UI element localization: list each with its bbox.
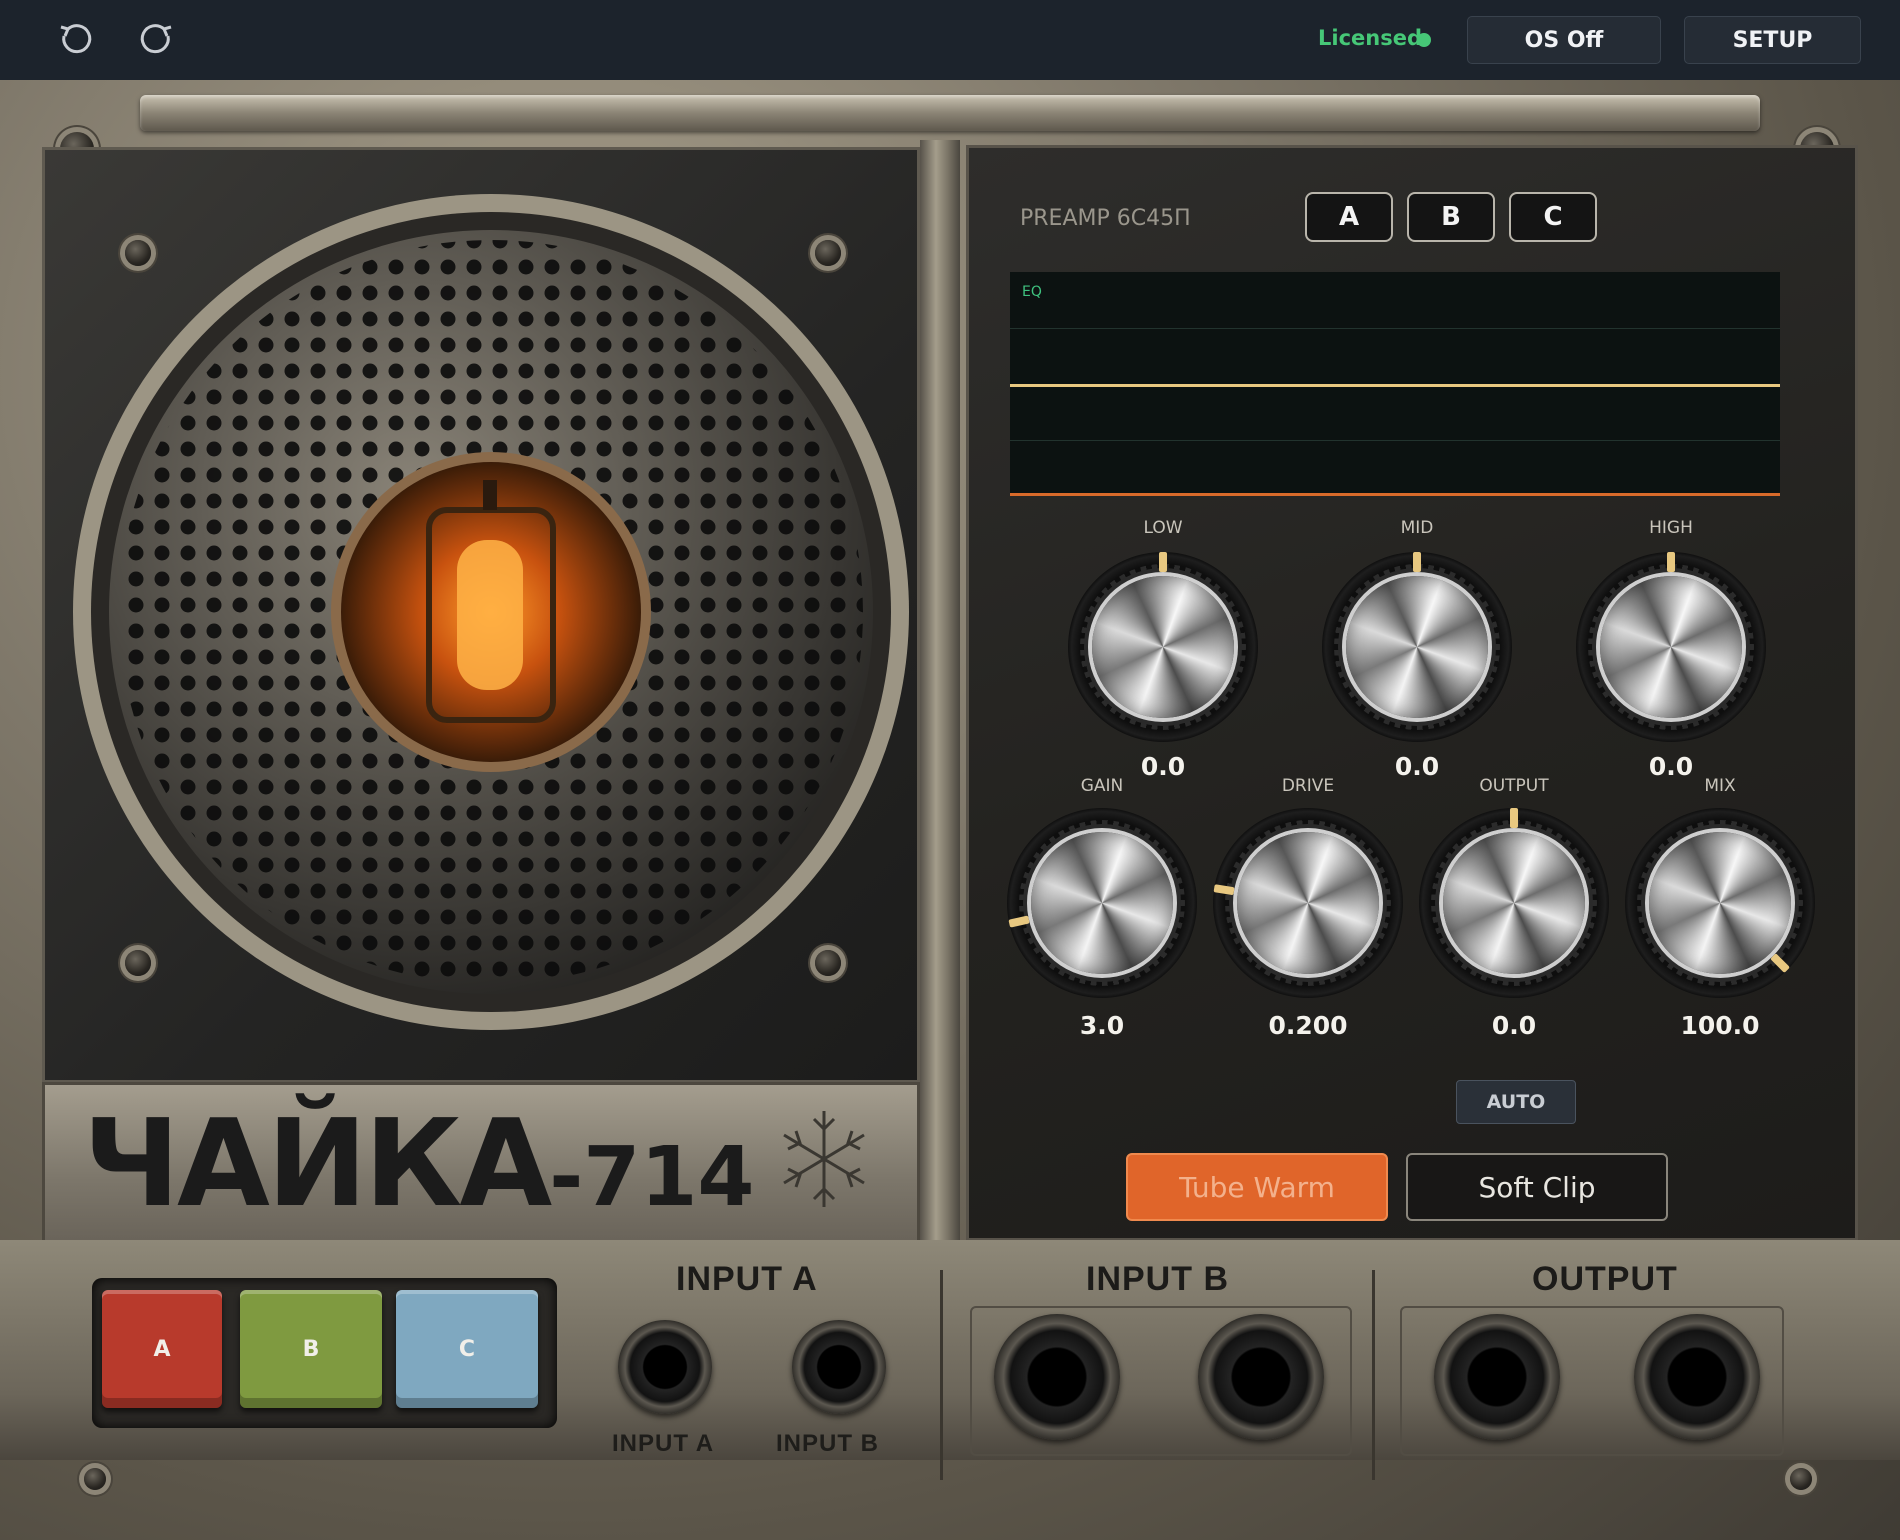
mid-knob[interactable]	[1322, 552, 1512, 742]
drive-knob[interactable]	[1213, 808, 1403, 998]
input-a-jack-label: INPUT A	[612, 1430, 715, 1457]
screw-icon	[815, 950, 841, 976]
drive-knob-value: 0.200	[1268, 1011, 1348, 1040]
channel-a-key[interactable]: A	[102, 1290, 222, 1408]
mix-knob-label: MIX	[1704, 776, 1736, 796]
gain-knob[interactable]	[1007, 808, 1197, 998]
screw-icon	[815, 240, 841, 266]
model-number: -714	[549, 1130, 755, 1225]
snowflake-icon	[783, 1111, 865, 1207]
eq-display[interactable]: EQ	[1010, 272, 1780, 496]
output-knob-label: OUTPUT	[1479, 776, 1549, 796]
undo-icon[interactable]	[52, 18, 96, 62]
screw-icon	[1790, 1468, 1812, 1490]
mix-knob[interactable]	[1625, 808, 1815, 998]
high-knob-label: HIGH	[1649, 518, 1693, 538]
license-status: Licensed	[1318, 26, 1422, 50]
input-b-left-jack[interactable]	[994, 1314, 1120, 1440]
speaker-panel	[42, 147, 920, 1083]
section-divider	[940, 1270, 943, 1480]
soft-clip-mode-button[interactable]: Soft Clip	[1406, 1153, 1668, 1221]
setup-button[interactable]: SETUP	[1684, 16, 1861, 64]
screw-icon	[125, 240, 151, 266]
top-bar: Licensed OS Off SETUP	[0, 0, 1900, 81]
channel-c-key[interactable]: C	[396, 1290, 538, 1408]
model-nameplate: ЧАЙКА-714	[42, 1082, 920, 1243]
screw-icon	[84, 1468, 106, 1490]
drive-knob-label: DRIVE	[1281, 776, 1335, 796]
eq-gridline	[1010, 328, 1780, 329]
redo-icon[interactable]	[136, 18, 180, 62]
preset-b-button[interactable]: B	[1407, 192, 1495, 242]
eq-response-curve	[1010, 384, 1780, 387]
os-toggle-button[interactable]: OS Off	[1467, 16, 1661, 64]
screw-icon	[125, 950, 151, 976]
model-name: ЧАЙКА-714	[83, 1095, 755, 1234]
channel-key-bed: A B C	[92, 1278, 557, 1428]
output-knob-value: 0.0	[1491, 1011, 1537, 1040]
low-knob[interactable]	[1068, 552, 1258, 742]
high-knob[interactable]	[1576, 552, 1766, 742]
low-knob-label: LOW	[1143, 518, 1183, 538]
panel-divider	[920, 140, 960, 1240]
input-b-jack-label: INPUT B	[776, 1430, 879, 1457]
mid-knob-label: MID	[1400, 518, 1434, 538]
preset-c-button[interactable]: C	[1509, 192, 1597, 242]
output-right-jack[interactable]	[1634, 1314, 1760, 1440]
input-a-section-title: INPUT A	[676, 1260, 818, 1298]
output-knob[interactable]	[1419, 808, 1609, 998]
eq-baseline	[1010, 493, 1780, 496]
top-handle-rail	[140, 95, 1760, 131]
input-a-jack[interactable]	[618, 1320, 712, 1414]
input-b-jack[interactable]	[792, 1320, 886, 1414]
gain-knob-label: GAIN	[1080, 776, 1124, 796]
speaker-grille	[73, 194, 909, 1030]
input-b-right-jack[interactable]	[1198, 1314, 1324, 1440]
section-divider	[1372, 1270, 1375, 1480]
eq-gridline	[1010, 440, 1780, 441]
output-left-jack[interactable]	[1434, 1314, 1560, 1440]
channel-b-key[interactable]: B	[240, 1290, 382, 1408]
auto-button[interactable]: AUTO	[1456, 1080, 1576, 1124]
input-b-section-title: INPUT B	[1086, 1260, 1229, 1298]
preset-a-button[interactable]: A	[1305, 192, 1393, 242]
license-indicator-dot	[1417, 33, 1431, 47]
eq-label: EQ	[1022, 284, 1042, 300]
output-section-title: OUTPUT	[1532, 1260, 1678, 1298]
tube-warm-mode-button[interactable]: Tube Warm	[1126, 1153, 1388, 1221]
gain-knob-value: 3.0	[1079, 1011, 1125, 1040]
preamp-label: PREAMP 6С45П	[1020, 206, 1191, 231]
mix-knob-value: 100.0	[1680, 1011, 1760, 1040]
